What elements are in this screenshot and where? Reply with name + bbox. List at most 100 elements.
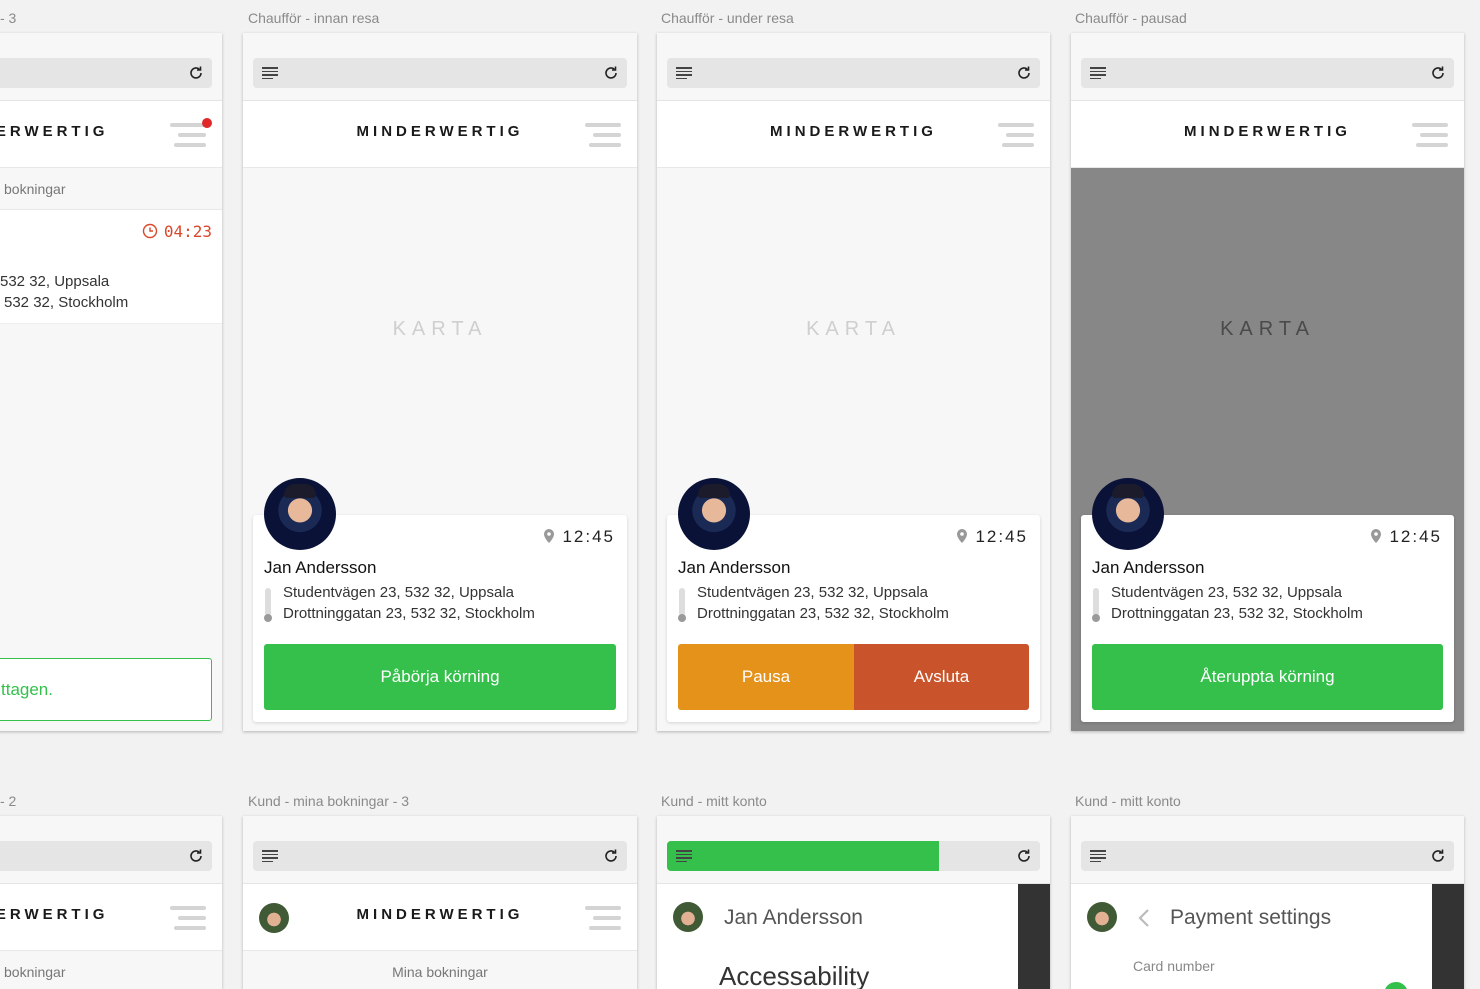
- frame-label: Chaufför - pausad: [1075, 10, 1187, 26]
- clock-icon: [142, 223, 158, 239]
- reload-icon[interactable]: [188, 65, 204, 81]
- from-address: Studentvägen 23, 532 32, Uppsala: [697, 584, 929, 601]
- driver-avatar: [264, 478, 336, 550]
- route-indicator: [1092, 588, 1100, 622]
- browser-bar: [657, 33, 1050, 101]
- overlay-strip: [1018, 884, 1050, 989]
- browser-bar: [657, 816, 1050, 884]
- phone-frame-account: Jan Andersson Accessability: [657, 816, 1050, 989]
- resume-trip-button[interactable]: Återuppta körning: [1092, 644, 1443, 710]
- card-number-label: Card number: [1133, 958, 1215, 974]
- phone-frame-bookings: MINDERWERTIG bokningar 04:23 532 32, Upp…: [0, 33, 222, 731]
- pickup-time: 12:45: [957, 527, 1028, 547]
- reload-icon[interactable]: [1016, 848, 1032, 864]
- app-header: MINDERWERTIG: [0, 884, 222, 951]
- app-header: MINDERWERTIG: [243, 884, 637, 951]
- status-check-icon: [1384, 982, 1408, 989]
- subheader-title: bokningar: [4, 181, 66, 197]
- route-indicator: [264, 588, 272, 622]
- url-bar[interactable]: [1081, 841, 1454, 871]
- reload-icon[interactable]: [1430, 848, 1446, 864]
- url-bar[interactable]: [1081, 58, 1454, 88]
- list-icon[interactable]: [1090, 67, 1106, 79]
- menu-icon[interactable]: [585, 906, 621, 930]
- design-board: - 3 Chaufför - innan resa Chaufför - und…: [0, 0, 1480, 989]
- logo: MINDERWERTIG: [770, 123, 937, 140]
- pickup-time: 12:45: [1371, 527, 1442, 547]
- menu-icon[interactable]: [170, 906, 206, 930]
- booking-item[interactable]: 04:23 532 32, Uppsala 532 32, Stockholm: [0, 210, 222, 324]
- reload-icon[interactable]: [603, 65, 619, 81]
- menu-icon[interactable]: [170, 123, 206, 147]
- frame-label: Kund - mina bokningar - 3: [248, 793, 410, 809]
- frame-label: Kund - mitt konto: [1075, 793, 1181, 809]
- end-trip-button[interactable]: Avsluta: [854, 644, 1029, 710]
- loading-progress: [667, 841, 939, 871]
- menu-icon[interactable]: [1412, 123, 1448, 147]
- subheader-title: Mina bokningar: [392, 964, 488, 980]
- map-placeholder: KARTA: [1220, 318, 1315, 340]
- phone-frame-bookings-2: MINDERWERTIG bokningar: [0, 816, 222, 989]
- countdown-value: 04:23: [163, 222, 212, 241]
- overlay-strip: [1432, 884, 1464, 989]
- frame-label: Chaufför - under resa: [661, 10, 794, 26]
- app-header: MINDERWERTIG: [657, 101, 1050, 168]
- url-bar[interactable]: [0, 58, 212, 88]
- list-icon[interactable]: [1090, 850, 1106, 862]
- user-avatar: [1087, 902, 1117, 932]
- pause-button[interactable]: Pausa: [678, 644, 854, 710]
- list-icon[interactable]: [676, 850, 692, 862]
- to-address: Drottninggatan 23, 532 32, Stockholm: [283, 605, 535, 622]
- reload-icon[interactable]: [188, 848, 204, 864]
- notification-dot: [202, 118, 212, 128]
- trip-card: 12:45 Jan Andersson Studentvägen 23, 532…: [667, 478, 1040, 722]
- from-address: Studentvägen 23, 532 32, Uppsala: [283, 584, 515, 601]
- browser-bar: [0, 816, 222, 884]
- menu-icon[interactable]: [998, 123, 1034, 147]
- passenger-name: Jan Andersson: [264, 558, 377, 577]
- list-icon[interactable]: [262, 67, 278, 79]
- menu-icon[interactable]: [585, 123, 621, 147]
- reload-icon[interactable]: [603, 848, 619, 864]
- pickup-time: 12:45: [544, 527, 615, 547]
- subheader: Mina bokningar: [243, 951, 637, 989]
- phone-frame-my-bookings: MINDERWERTIG Mina bokningar: [243, 816, 637, 989]
- browser-bar: [243, 33, 637, 101]
- frame-label: Kund - mitt konto: [661, 793, 767, 809]
- driver-avatar: [678, 478, 750, 550]
- phone-frame-before-trip: MINDERWERTIG KARTA 12:45 Jan Andersson S…: [243, 33, 637, 731]
- location-pin-icon: [957, 529, 968, 543]
- passenger-name: Jan Andersson: [678, 558, 791, 577]
- app-header: MINDERWERTIG: [1071, 101, 1464, 168]
- trip-card: 12:45 Jan Andersson Studentvägen 23, 532…: [253, 478, 627, 722]
- account-name: Jan Andersson: [724, 906, 863, 929]
- url-bar[interactable]: [253, 841, 627, 871]
- pickup-time-value: 12:45: [562, 527, 615, 546]
- frame-label: Chaufför - innan resa: [248, 10, 380, 26]
- phone-frame-during-trip: MINDERWERTIG KARTA 12:45 Jan Andersson S…: [657, 33, 1050, 731]
- trip-card: 12:45 Jan Andersson Studentvägen 23, 532…: [1081, 478, 1454, 722]
- logo: MINDERWERTIG: [356, 906, 524, 923]
- url-bar[interactable]: [0, 841, 212, 871]
- frame-label: - 3: [0, 10, 17, 26]
- accepted-button[interactable]: ttagen.: [0, 658, 212, 721]
- phone-frame-payment: Payment settings Card number: [1071, 816, 1464, 989]
- section-accessability[interactable]: Accessability: [719, 961, 869, 989]
- page-title: Payment settings: [1170, 906, 1332, 929]
- app-header: MINDERWERTIG: [0, 101, 222, 168]
- logo: MINDERWERTIG: [356, 123, 524, 140]
- location-pin-icon: [1371, 529, 1382, 543]
- pickup-time-value: 12:45: [975, 527, 1028, 546]
- url-bar[interactable]: [667, 58, 1040, 88]
- to-address: Drottninggatan 23, 532 32, Stockholm: [1111, 605, 1363, 622]
- reload-icon[interactable]: [1430, 65, 1446, 81]
- url-bar[interactable]: [253, 58, 627, 88]
- subheader-title: bokningar: [4, 964, 66, 980]
- url-bar[interactable]: [667, 841, 1040, 871]
- start-trip-button[interactable]: Påbörja körning: [264, 644, 616, 710]
- list-icon[interactable]: [262, 850, 278, 862]
- reload-icon[interactable]: [1016, 65, 1032, 81]
- list-icon[interactable]: [676, 67, 692, 79]
- passenger-name: Jan Andersson: [1092, 558, 1205, 577]
- back-chevron-icon[interactable]: [1137, 908, 1151, 928]
